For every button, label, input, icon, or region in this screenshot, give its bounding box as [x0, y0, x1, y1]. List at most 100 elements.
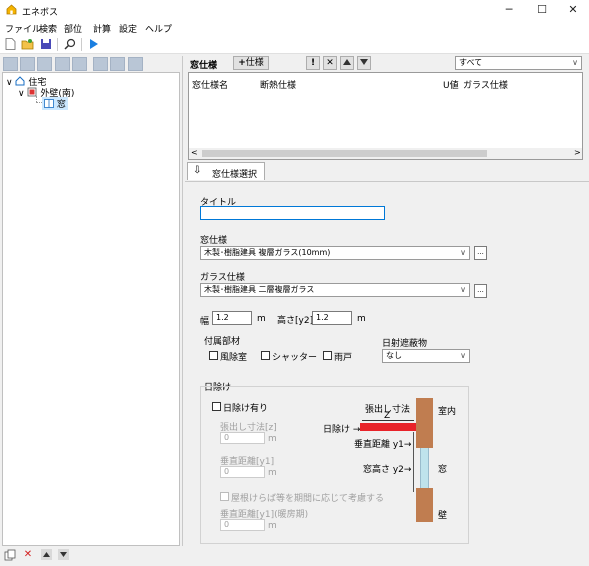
- move-down-icon[interactable]: [57, 549, 69, 561]
- spec-up-icon[interactable]: [340, 56, 354, 70]
- tree-toolbar-button[interactable]: [55, 57, 70, 71]
- vert-dist-cooling-unit: m: [268, 521, 277, 531]
- attachment-label-0: 風除室: [220, 353, 248, 363]
- tab-label: 窓仕様選択: [212, 170, 258, 180]
- minimize-button[interactable]: ─: [502, 3, 516, 17]
- tree-window-label: 窓: [56, 100, 66, 110]
- window-glass: [420, 448, 429, 488]
- attachment-checkbox-1[interactable]: [261, 351, 270, 360]
- scroll-left-icon[interactable]: <: [191, 148, 198, 157]
- wall-upper: [416, 398, 433, 448]
- search-icon[interactable]: [63, 38, 76, 51]
- house-icon: [15, 76, 25, 86]
- tree-toolbar-button[interactable]: [3, 57, 18, 71]
- height-input[interactable]: 1.2: [312, 311, 352, 325]
- height-label: 高さ[y2]: [277, 316, 314, 326]
- menu-part[interactable]: 部位: [64, 22, 82, 35]
- consider-roof-checkbox[interactable]: [220, 492, 229, 501]
- download-arrow-icon: ⇩: [193, 165, 202, 176]
- overhang-unit: m: [268, 434, 277, 444]
- window-icon: [44, 99, 54, 108]
- attachment-checkbox-0[interactable]: [209, 351, 218, 360]
- toolbar-separator: [81, 38, 82, 51]
- chevron-down-icon: ∨: [572, 58, 578, 67]
- height-unit: m: [357, 314, 366, 324]
- overhang-dim-line: [362, 420, 414, 421]
- menu-bar: [0, 20, 589, 36]
- title-bar: [0, 0, 589, 20]
- spec-down-icon[interactable]: [357, 56, 371, 70]
- window-title: エネボス: [22, 8, 59, 18]
- eaves-caption: 日除け →: [323, 425, 361, 435]
- dimension-line: [413, 432, 415, 492]
- window-spec-browse-icon[interactable]: ...: [474, 246, 487, 260]
- delete-icon[interactable]: ✕: [22, 549, 34, 561]
- maximize-button[interactable]: ☐: [535, 3, 549, 17]
- menu-search[interactable]: 検索: [39, 22, 57, 35]
- move-up-icon[interactable]: [40, 549, 52, 561]
- col-u-value[interactable]: U値: [443, 78, 459, 91]
- menu-help[interactable]: ヘルプ: [145, 22, 172, 35]
- has-eaves-label: 日除け有り: [223, 404, 269, 414]
- add-spec-button[interactable]: +仕様: [233, 56, 269, 70]
- tree-toolbar-button[interactable]: [110, 57, 125, 71]
- col-glass-spec[interactable]: ガラス仕様: [463, 78, 508, 91]
- tree-toolbar-button[interactable]: [93, 57, 108, 71]
- consider-roof-label: 屋根けらば等を期間に応じて考慮する: [231, 494, 385, 504]
- overhang-input[interactable]: 0: [220, 432, 265, 444]
- vert-dist-caption: 垂直距離 y1→: [354, 440, 412, 450]
- save-icon[interactable]: [39, 38, 52, 51]
- window-spec-select[interactable]: 木製･樹脂建具 複層ガラス(10mm) ∨: [200, 246, 470, 260]
- width-label: 幅: [200, 317, 210, 327]
- spec-filter-value: すべて: [459, 58, 483, 67]
- window-height-caption: 窓高さ y2→: [363, 465, 412, 475]
- menu-settings[interactable]: 設定: [119, 22, 137, 35]
- tree-toolbar-button[interactable]: [72, 57, 87, 71]
- open-folder-icon[interactable]: [21, 38, 34, 51]
- tree-toolbar-button[interactable]: [37, 57, 52, 71]
- new-file-icon[interactable]: [4, 38, 17, 51]
- scroll-thumb[interactable]: [202, 150, 487, 157]
- shading-label: 日射遮蔽物: [382, 339, 428, 349]
- menu-file[interactable]: ファイル: [5, 22, 41, 35]
- wall-lower: [416, 488, 433, 522]
- window-spec-label: 窓仕様: [200, 236, 228, 246]
- tab-window-spec-select[interactable]: ⇩ 窓仕様選択: [187, 162, 265, 180]
- chevron-down-icon: ∨: [460, 285, 466, 294]
- glass-spec-select[interactable]: 木製･樹脂建具 二層複層ガラス ∨: [200, 283, 470, 297]
- delete-spec-icon[interactable]: ✕: [323, 56, 337, 70]
- col-spec-name[interactable]: 窓仕様名: [192, 78, 228, 91]
- vert-dist-input[interactable]: 0: [220, 466, 265, 478]
- window-spec-header: 窓仕様: [190, 61, 218, 71]
- glass-spec-label: ガラス仕様: [200, 273, 245, 283]
- toolbar-separator: [57, 38, 58, 51]
- chevron-down-icon: ∨: [460, 351, 466, 360]
- shading-value: なし: [386, 351, 402, 360]
- tree-toolbar-button[interactable]: [20, 57, 35, 71]
- indoor-label: 室内: [438, 407, 457, 417]
- tree-window-leaf[interactable]: 窓: [42, 97, 68, 110]
- has-eaves-checkbox[interactable]: [212, 402, 221, 411]
- wall-label: 壁: [438, 511, 448, 521]
- close-button[interactable]: ✕: [566, 3, 580, 17]
- building-tree[interactable]: [2, 72, 180, 546]
- vert-dist-cooling-input[interactable]: 0: [220, 519, 265, 531]
- info-icon[interactable]: !: [306, 56, 320, 70]
- attachment-checkbox-2[interactable]: [323, 351, 332, 360]
- scroll-right-icon[interactable]: >: [574, 148, 581, 157]
- glass-spec-browse-icon[interactable]: ...: [474, 284, 487, 298]
- chevron-down-icon[interactable]: ∨: [6, 78, 13, 88]
- window-spec-list[interactable]: [188, 72, 583, 160]
- spec-filter-select[interactable]: すべて ∨: [455, 56, 582, 70]
- chevron-down-icon: ∨: [460, 248, 466, 257]
- title-input[interactable]: [200, 206, 385, 220]
- width-unit: m: [257, 314, 266, 324]
- run-icon[interactable]: [87, 38, 100, 51]
- col-insulation[interactable]: 断熱仕様: [260, 78, 296, 91]
- chevron-down-icon[interactable]: ∨: [18, 89, 25, 99]
- shading-select[interactable]: なし ∨: [382, 349, 470, 363]
- copy-icon[interactable]: [4, 549, 16, 561]
- tree-toolbar-button[interactable]: [128, 57, 143, 71]
- menu-calc[interactable]: 計算: [93, 22, 111, 35]
- width-input[interactable]: 1.2: [212, 311, 252, 325]
